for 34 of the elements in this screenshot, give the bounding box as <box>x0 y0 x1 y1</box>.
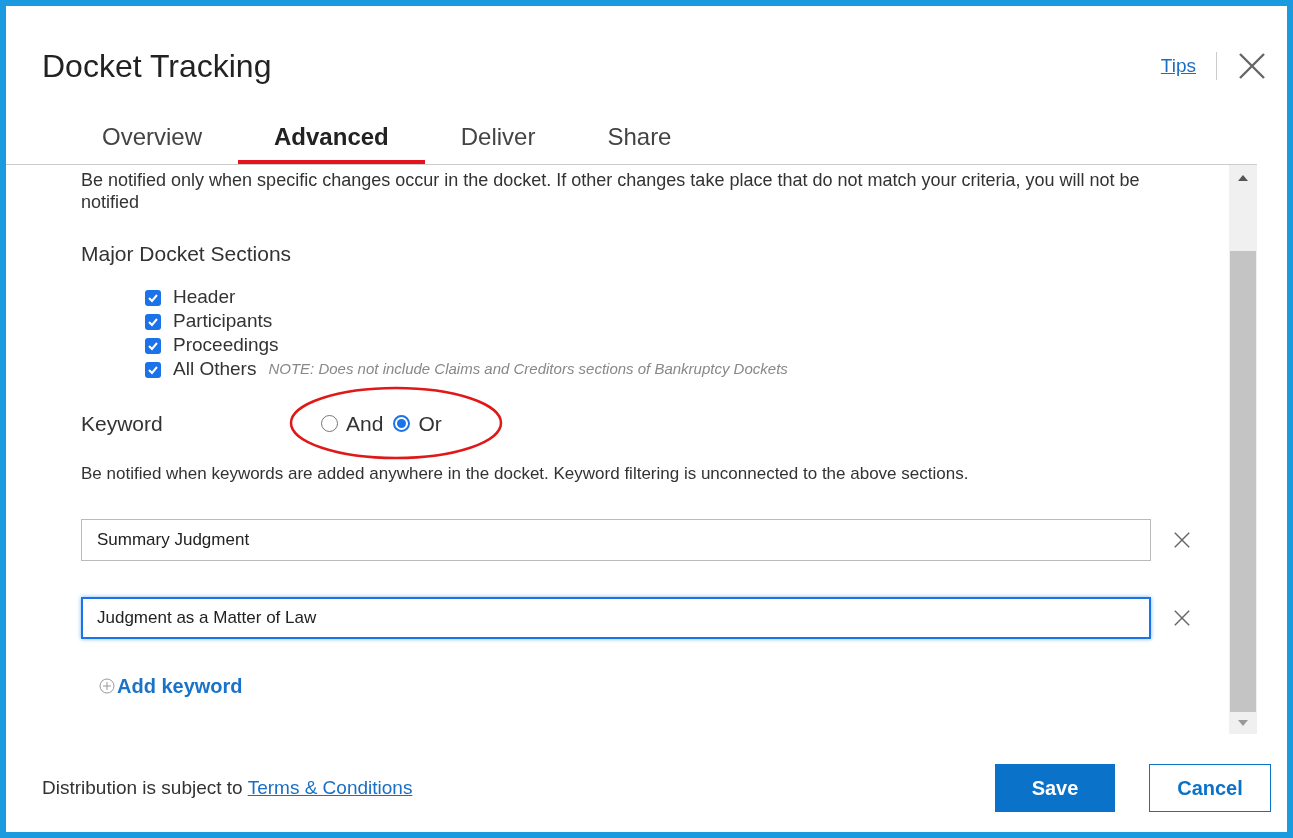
keyword-description: Be notified when keywords are added anywhere in the docket. Keyword filtering is unconnected to the above sections. <box>81 463 970 485</box>
checkbox-label: Proceedings <box>173 333 279 358</box>
checkbox-label: Header <box>173 285 236 310</box>
add-keyword-link[interactable]: Add keyword <box>99 670 243 701</box>
close-icon[interactable] <box>1237 51 1267 81</box>
radio-label: Or <box>418 410 442 437</box>
section-heading: Major Docket Sections <box>81 241 293 267</box>
remove-icon[interactable] <box>1173 530 1191 549</box>
plus-circle-icon <box>99 677 115 694</box>
keyword-heading: Keyword <box>81 410 164 437</box>
remove-icon[interactable] <box>1173 608 1191 627</box>
terms-link[interactable]: Terms & Conditions <box>247 773 413 803</box>
checkbox[interactable] <box>145 289 161 306</box>
note-text: NOTE: Does not include Claims and Creditors sections of Bankruptcy Dockets <box>268 359 788 380</box>
footer-text: Distribution is subject to <box>42 775 243 800</box>
intro-text: Be notified only when specific changes occur in the docket. If other changes take place that do not match your criteria, you will not be notified <box>81 169 1141 213</box>
cancel-button[interactable]: Cancel <box>1149 764 1271 812</box>
keyword-field[interactable]: Judgment as a Matter of Law <box>81 596 1151 639</box>
checkbox-label: All Others <box>173 357 257 382</box>
radio-label: And <box>346 410 384 437</box>
keyword-field[interactable]: Summary Judgment <box>81 518 1151 561</box>
dialog-title: Docket Tracking <box>42 47 272 86</box>
checkbox-label: Participants <box>173 309 273 334</box>
checkbox[interactable] <box>145 337 161 354</box>
tab[interactable]: Share <box>585 114 694 164</box>
tab[interactable]: Overview <box>80 114 225 164</box>
checkbox[interactable] <box>145 361 161 378</box>
scrollbar[interactable] <box>1229 165 1257 734</box>
radio-button[interactable] <box>393 414 411 432</box>
tab[interactable]: Advanced <box>238 114 425 164</box>
checkbox[interactable] <box>145 313 161 330</box>
tips-link[interactable]: Tips <box>1160 51 1196 81</box>
save-button[interactable]: Save <box>995 764 1115 812</box>
tab[interactable]: Deliver <box>438 114 558 164</box>
